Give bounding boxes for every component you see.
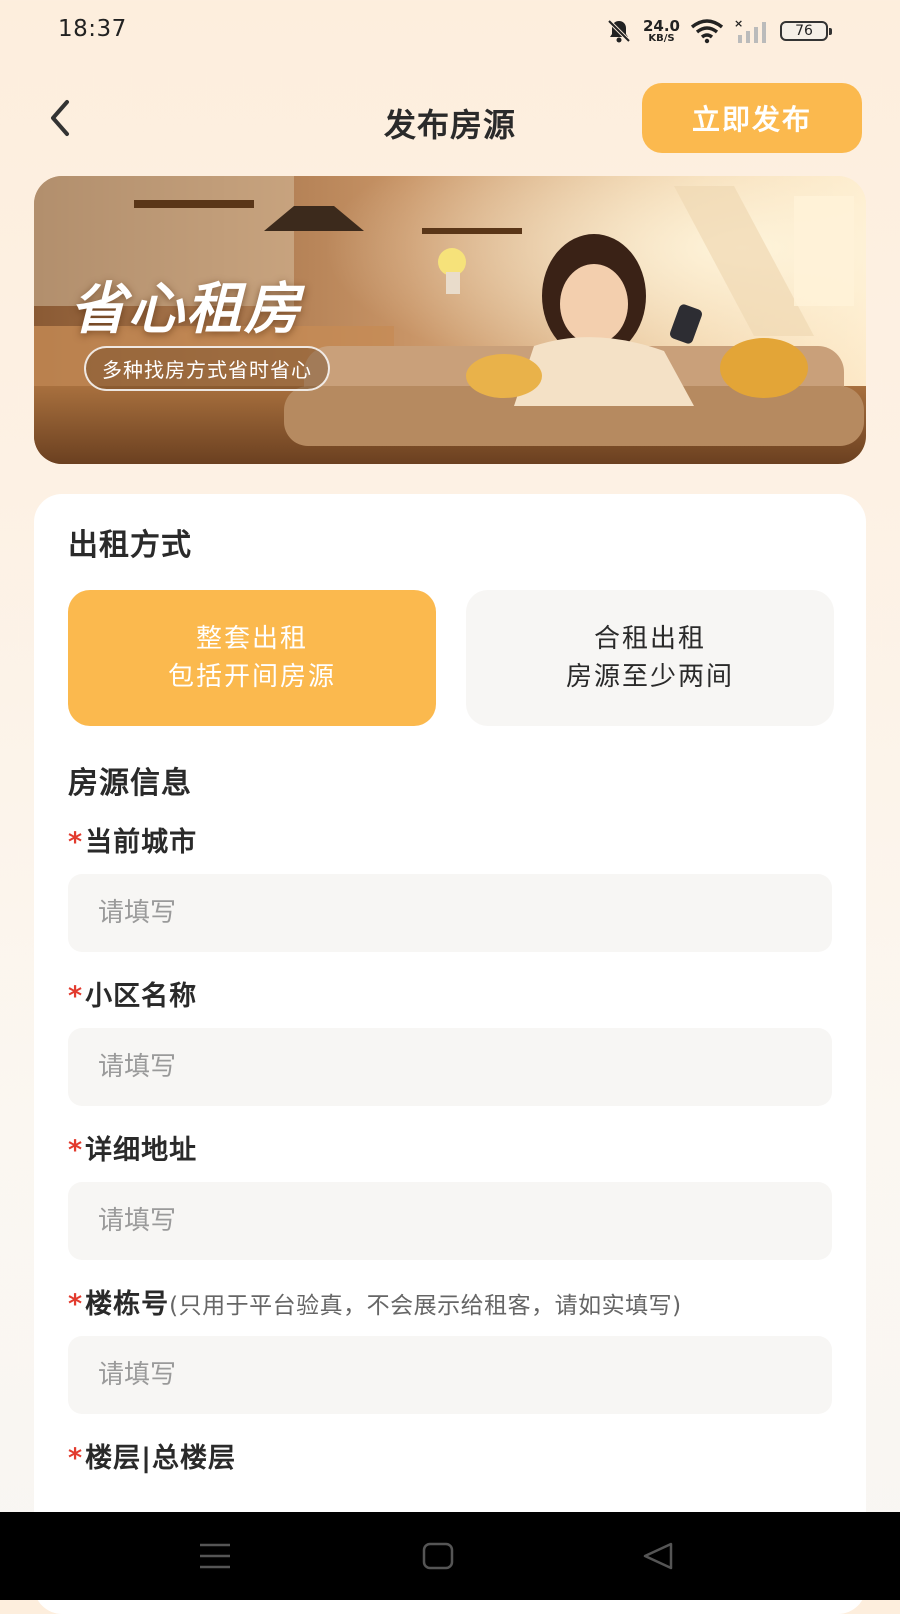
option-shared-rent[interactable]: 合租出租 房源至少两间: [466, 590, 834, 726]
option-whole-rent[interactable]: 整套出租 包括开间房源: [68, 590, 436, 726]
svg-text:×: ×: [734, 18, 743, 30]
city-input[interactable]: [68, 874, 832, 952]
field-label-text: 楼栋号: [85, 1289, 170, 1320]
header: 发布房源 立即发布: [0, 80, 900, 158]
status-time: 18:37: [58, 16, 127, 42]
option-whole-rent-desc: 包括开间房源: [167, 662, 336, 692]
field-label-city: *当前城市: [68, 820, 197, 859]
banner-subtitle: 多种找房方式省时省心: [84, 346, 330, 391]
community-name-input[interactable]: [68, 1028, 832, 1106]
field-label-address: *详细地址: [68, 1128, 197, 1167]
form-card: 出租方式 整套出租 包括开间房源 合租出租 房源至少两间 房源信息 *当前城市 …: [34, 494, 866, 1614]
banner-title: 省心租房: [70, 276, 302, 342]
required-mark: *: [68, 981, 84, 1012]
option-whole-rent-title: 整套出租: [195, 624, 308, 654]
publish-now-button[interactable]: 立即发布: [642, 83, 862, 153]
section-title-listing-info: 房源信息: [68, 766, 192, 801]
wifi-icon: [690, 19, 724, 44]
nav-back-button[interactable]: [628, 1534, 688, 1578]
menu-icon: [200, 1543, 230, 1569]
field-label-text: 当前城市: [85, 827, 198, 858]
field-label-text: 楼层|总楼层: [85, 1443, 236, 1474]
bell-muted-icon: [607, 19, 631, 43]
battery-level: 76: [795, 23, 813, 39]
field-label-text: 详细地址: [85, 1135, 198, 1166]
option-shared-rent-title: 合租出租: [593, 624, 706, 654]
nav-menu-button[interactable]: [185, 1534, 245, 1578]
field-label-floor: *楼层|总楼层: [68, 1436, 236, 1475]
status-icons: 24.0 KB/S × 76: [605, 16, 832, 46]
required-mark: *: [68, 1289, 84, 1320]
system-nav-bar: [0, 1512, 900, 1600]
home-square-icon: [422, 1542, 454, 1570]
field-label-text: 小区名称: [85, 981, 198, 1012]
battery-icon: 76: [780, 21, 832, 41]
back-triangle-icon: [643, 1542, 673, 1570]
required-mark: *: [68, 827, 84, 858]
status-bar: 18:37 24.0 KB/S × 76: [0, 0, 900, 66]
detailed-address-input[interactable]: [68, 1182, 832, 1260]
building-number-input[interactable]: [68, 1336, 832, 1414]
cellular-signal-icon: ×: [734, 18, 766, 43]
nav-home-button[interactable]: [408, 1534, 468, 1578]
net-speed-value: 24.0: [642, 16, 680, 35]
net-speed: 24.0 KB/S: [642, 16, 680, 44]
option-shared-rent-desc: 房源至少两间: [565, 662, 734, 692]
section-title-rent-type: 出租方式: [68, 528, 192, 563]
field-label-building: *楼栋号(只用于平台验真，不会展示给租客，请如实填写): [68, 1282, 682, 1321]
field-label-community: *小区名称: [68, 974, 197, 1013]
required-mark: *: [68, 1443, 84, 1474]
required-mark: *: [68, 1135, 84, 1166]
net-speed-unit: KB/S: [648, 32, 675, 44]
promo-banner[interactable]: 省心租房 多种找房方式省时省心: [34, 176, 866, 464]
field-hint: (只用于平台验真，不会展示给租客，请如实填写): [169, 1293, 682, 1319]
